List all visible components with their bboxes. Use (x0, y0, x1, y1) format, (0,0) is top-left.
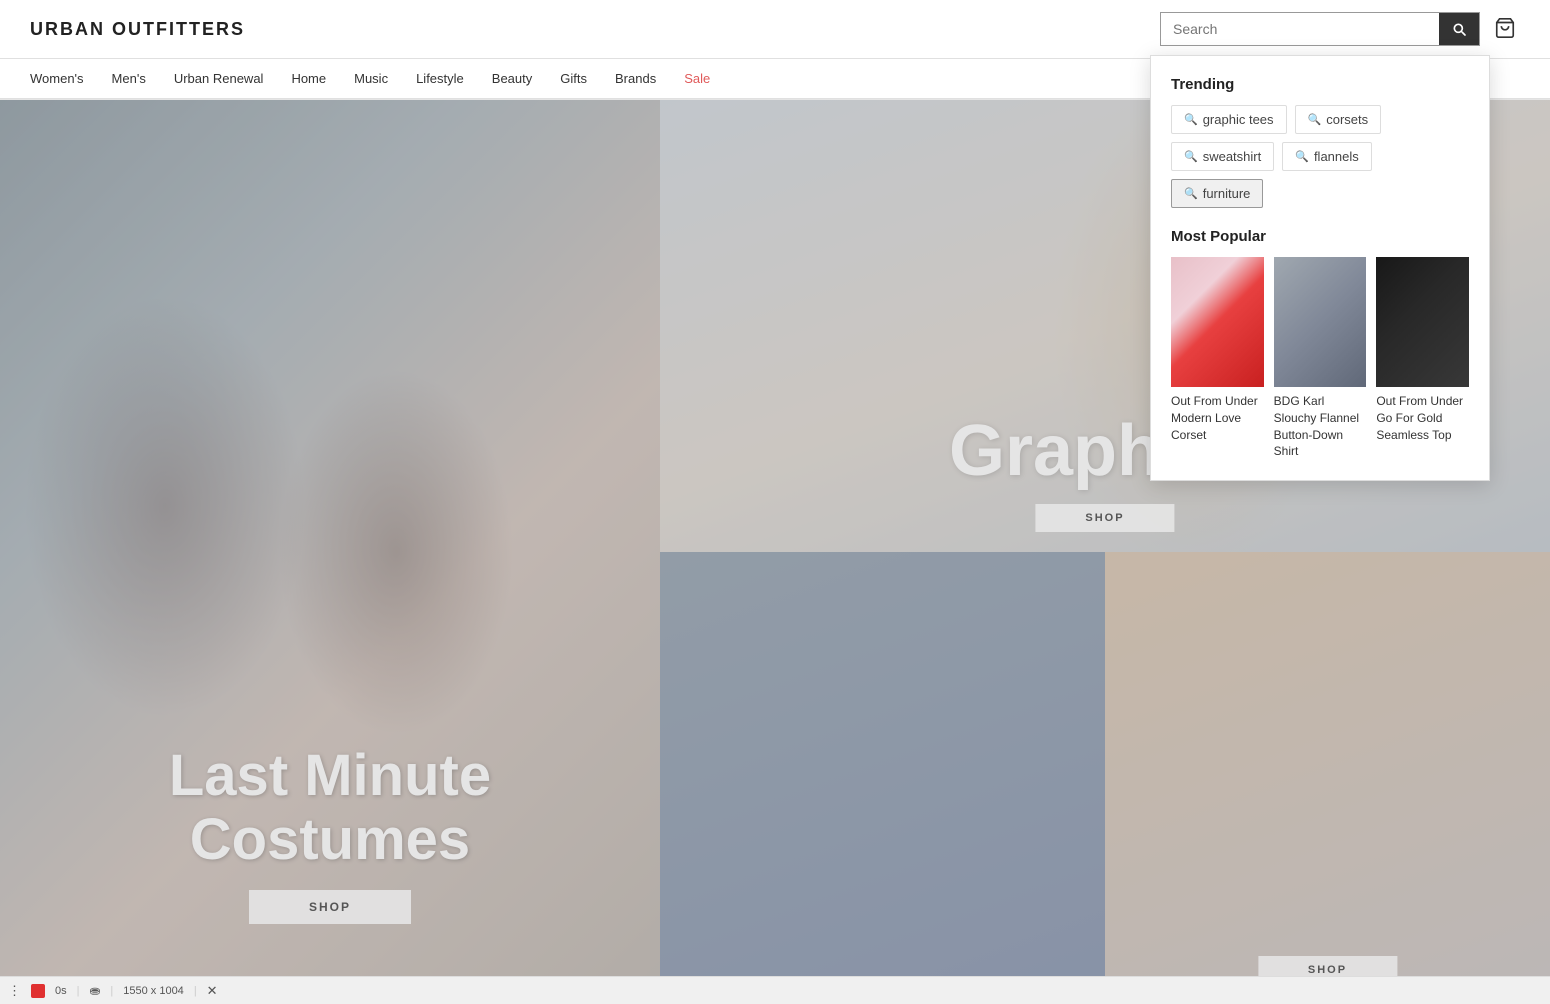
status-dimensions: 1550 x 1004 (123, 985, 184, 997)
product-name-1: Out From Under Modern Love Corset (1171, 393, 1264, 443)
tag-furniture[interactable]: 🔍 furniture (1171, 179, 1263, 208)
tag-search-icon-1: 🔍 (1184, 113, 1198, 126)
search-bar (1160, 12, 1480, 46)
product-image-3 (1376, 257, 1469, 387)
tag-search-icon-3: 🔍 (1184, 150, 1198, 163)
nav-item-womens[interactable]: Women's (30, 71, 84, 86)
product-image-2 (1274, 257, 1367, 387)
status-dot (31, 984, 45, 998)
nav-item-mens[interactable]: Men's (112, 71, 146, 86)
nav-item-beauty[interactable]: Beauty (492, 71, 532, 86)
nav-item-music[interactable]: Music (354, 71, 388, 86)
tag-graphic-tees[interactable]: 🔍 graphic tees (1171, 105, 1287, 134)
most-popular-title: Most Popular (1171, 228, 1469, 245)
header-right (1160, 12, 1520, 46)
tag-search-icon-5: 🔍 (1184, 187, 1198, 200)
tag-sweatshirt[interactable]: 🔍 sweatshirt (1171, 142, 1274, 171)
popular-products: Out From Under Modern Love Corset BDG Ka… (1171, 257, 1469, 460)
search-button[interactable] (1439, 13, 1479, 45)
camera-icon: ⛂ (89, 983, 100, 999)
grid-icon[interactable]: ⋮ (8, 983, 21, 999)
nav-item-lifestyle[interactable]: Lifestyle (416, 71, 464, 86)
status-bar: ⋮ 0s | ⛂ | 1550 x 1004 | ✕ (0, 976, 1550, 1004)
header: URBAN OUTFITTERS (0, 0, 1550, 59)
nav-item-urban-renewal[interactable]: Urban Renewal (174, 71, 264, 86)
search-icon (1451, 21, 1467, 37)
search-dropdown: Trending 🔍 graphic tees 🔍 corsets 🔍 swea… (1150, 55, 1490, 481)
product-image-1 (1171, 257, 1264, 387)
nav-item-home[interactable]: Home (291, 71, 326, 86)
cart-icon (1494, 17, 1516, 39)
nav-item-brands[interactable]: Brands (615, 71, 656, 86)
product-name-2: BDG Karl Slouchy Flannel Button-Down Shi… (1274, 393, 1367, 460)
tag-search-icon-4: 🔍 (1295, 150, 1309, 163)
nav-item-gifts[interactable]: Gifts (560, 71, 587, 86)
tag-corsets[interactable]: 🔍 corsets (1295, 105, 1382, 134)
status-time: 0s (55, 985, 67, 997)
tag-search-icon-2: 🔍 (1308, 113, 1322, 126)
status-close-button[interactable]: ✕ (207, 983, 218, 999)
product-name-3: Out From Under Go For Gold Seamless Top (1376, 393, 1469, 443)
product-card-1[interactable]: Out From Under Modern Love Corset (1171, 257, 1264, 460)
tag-flannels[interactable]: 🔍 flannels (1282, 142, 1372, 171)
trending-title: Trending (1171, 76, 1469, 93)
product-card-3[interactable]: Out From Under Go For Gold Seamless Top (1376, 257, 1469, 460)
search-input[interactable] (1161, 13, 1439, 45)
nav-item-sale[interactable]: Sale (684, 71, 710, 86)
trending-tags: 🔍 graphic tees 🔍 corsets 🔍 sweatshirt 🔍 … (1171, 105, 1469, 208)
cart-button[interactable] (1490, 13, 1520, 46)
logo: URBAN OUTFITTERS (30, 19, 245, 40)
product-card-2[interactable]: BDG Karl Slouchy Flannel Button-Down Shi… (1274, 257, 1367, 460)
